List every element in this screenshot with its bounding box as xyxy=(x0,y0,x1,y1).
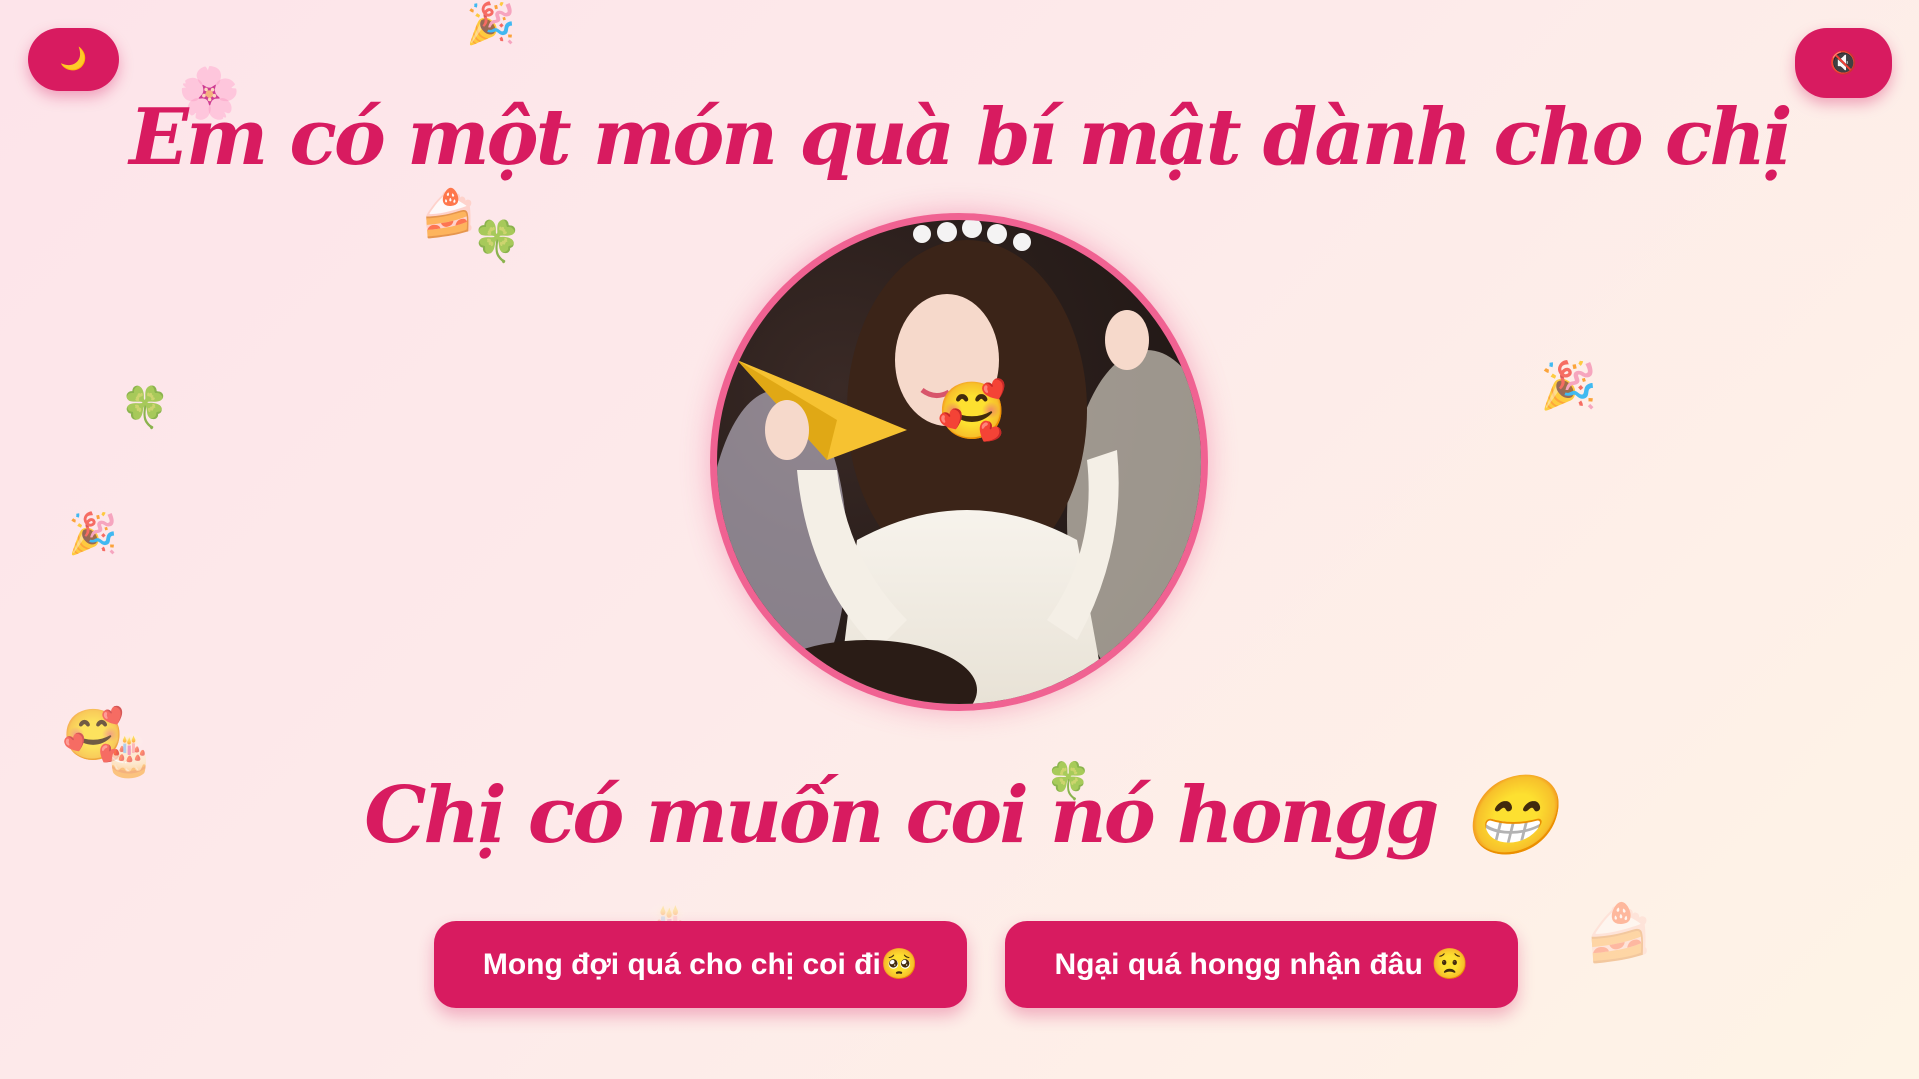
cake-icon: 🍰 xyxy=(1584,901,1654,966)
accept-button[interactable]: Mong đợi quá cho chị coi đi🥺 xyxy=(434,921,967,1008)
mute-icon: 🔇 xyxy=(1829,50,1858,76)
party-popper-icon: 🎉 xyxy=(68,511,118,557)
clover-icon: 🍀 xyxy=(472,219,522,265)
page-title: Em có một món quà bí mật dành cho chị xyxy=(129,92,1792,183)
clover-icon: 🍀 xyxy=(120,385,170,431)
photo-illustration: 🥰 xyxy=(717,220,1201,704)
cake-icon: 🍰 xyxy=(420,186,478,240)
decline-button[interactable]: Ngại quá hongg nhận đâu 😟 xyxy=(1005,921,1518,1008)
theme-toggle-button[interactable]: 🌙 xyxy=(28,28,119,91)
profile-photo: 🥰 xyxy=(710,213,1208,711)
party-popper-icon: 🎉 xyxy=(466,1,516,47)
question-text: Chị có muốn coi nó hongg 😁 xyxy=(364,770,1557,861)
moon-icon: 🌙 xyxy=(59,47,88,72)
party-popper-icon: 🎉 xyxy=(1540,358,1598,412)
svg-text:🥰: 🥰 xyxy=(937,377,1007,444)
sound-toggle-button[interactable]: 🔇 xyxy=(1795,28,1892,98)
